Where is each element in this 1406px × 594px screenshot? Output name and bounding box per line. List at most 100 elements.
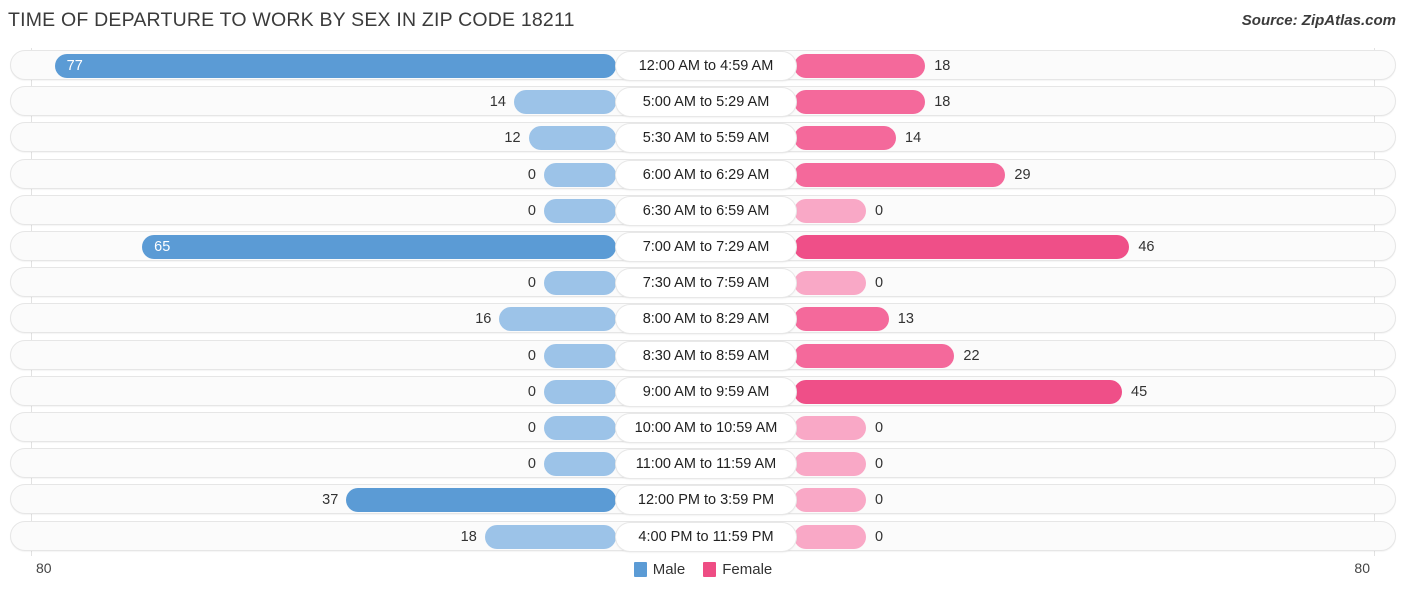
row-inner: 77 18 12:00 AM to 4:59 AM <box>11 51 1395 80</box>
legend-item-label: Male <box>652 561 686 578</box>
table-row[interactable]: 0 0 7:30 AM to 7:59 AM <box>10 267 1396 298</box>
table-row[interactable]: 77 18 12:00 AM to 4:59 AM <box>10 50 1396 80</box>
chart-legend: Male Female <box>0 561 1406 578</box>
category-label: 11:00 AM to 11:59 AM <box>616 450 796 479</box>
category-label: 12:00 PM to 3:59 PM <box>616 486 796 515</box>
female-value-label: 22 <box>963 347 980 364</box>
female-bar[interactable] <box>794 416 866 440</box>
female-value-label: 14 <box>905 130 922 147</box>
row-inner: 12 14 5:30 AM to 5:59 AM <box>11 123 1395 153</box>
male-bar[interactable] <box>544 343 616 368</box>
page-title: TIME OF DEPARTURE TO WORK BY SEX IN ZIP … <box>8 9 575 31</box>
table-row[interactable]: 0 0 11:00 AM to 11:59 AM <box>10 448 1396 479</box>
category-label: 12:00 AM to 4:59 AM <box>616 52 796 80</box>
male-bar[interactable] <box>499 307 616 332</box>
male-value-label: 12 <box>504 130 521 147</box>
female-bar[interactable] <box>794 235 1130 259</box>
female-bar[interactable] <box>794 343 955 368</box>
table-row[interactable]: 0 29 6:00 AM to 6:29 AM <box>10 158 1396 189</box>
female-bar[interactable] <box>794 307 889 332</box>
female-bar[interactable] <box>794 126 897 151</box>
female-bar[interactable] <box>794 524 866 549</box>
female-bar[interactable] <box>794 452 866 477</box>
legend-swatch-icon <box>633 562 647 577</box>
male-value-label: 0 <box>527 420 536 436</box>
legend-item-male[interactable]: Male <box>633 561 686 578</box>
male-value-label: 37 <box>322 492 339 509</box>
male-bar[interactable] <box>544 379 616 404</box>
row-inner: 0 29 6:00 AM to 6:29 AM <box>11 160 1395 189</box>
female-value-label: 0 <box>875 275 884 292</box>
male-value-label: 0 <box>527 347 536 364</box>
table-row[interactable]: 0 0 10:00 AM to 10:59 AM <box>10 412 1396 442</box>
category-label: 5:00 AM to 5:29 AM <box>616 88 796 117</box>
row-inner: 18 0 4:00 PM to 11:59 PM <box>11 522 1395 551</box>
female-bar[interactable] <box>794 488 866 513</box>
male-value-label: 0 <box>527 166 536 183</box>
table-row[interactable]: 14 18 5:00 AM to 5:29 AM <box>10 86 1396 117</box>
category-label: 9:00 AM to 9:59 AM <box>616 377 796 406</box>
chart-header: TIME OF DEPARTURE TO WORK BY SEX IN ZIP … <box>0 0 1406 44</box>
legend-item-female[interactable]: Female <box>703 561 772 578</box>
source-attribution: Source: ZipAtlas.com <box>1241 12 1396 29</box>
row-inner: 65 46 7:00 AM to 7:29 AM <box>11 232 1395 261</box>
female-value-label: 0 <box>875 202 884 219</box>
male-bar[interactable] <box>528 126 616 151</box>
male-value-label: 77 <box>66 58 83 74</box>
table-row[interactable]: 65 46 7:00 AM to 7:29 AM <box>10 231 1396 261</box>
table-row[interactable]: 0 22 8:30 AM to 8:59 AM <box>10 339 1396 370</box>
male-bar[interactable] <box>513 90 616 115</box>
female-value-label: 0 <box>875 492 884 509</box>
table-row[interactable]: 18 0 4:00 PM to 11:59 PM <box>10 520 1396 551</box>
category-label: 7:30 AM to 7:59 AM <box>616 269 796 298</box>
female-bar[interactable] <box>794 271 866 296</box>
row-inner: 0 0 7:30 AM to 7:59 AM <box>11 268 1395 298</box>
table-row[interactable]: 16 13 8:00 AM to 8:29 AM <box>10 303 1396 334</box>
row-inner: 0 22 8:30 AM to 8:59 AM <box>11 341 1395 370</box>
male-value-label: 14 <box>489 94 506 111</box>
chart-plot-area: 77 18 12:00 AM to 4:59 AM 14 18 5:00 AM to 5:… <box>0 48 1406 556</box>
male-bar[interactable] <box>544 198 616 223</box>
male-bar[interactable] <box>544 162 616 187</box>
table-row[interactable]: 12 14 5:30 AM to 5:59 AM <box>10 122 1396 153</box>
female-value-label: 13 <box>897 311 914 328</box>
table-row[interactable]: 0 45 9:00 AM to 9:59 AM <box>10 375 1396 406</box>
male-bar[interactable] <box>544 271 616 296</box>
male-bar[interactable] <box>346 488 616 513</box>
male-value-label: 65 <box>154 239 171 255</box>
female-bar[interactable] <box>794 90 926 115</box>
row-inner: 0 45 9:00 AM to 9:59 AM <box>11 377 1395 406</box>
female-bar[interactable] <box>794 54 926 78</box>
female-bar[interactable] <box>794 379 1123 404</box>
legend-swatch-icon <box>703 562 717 577</box>
row-inner: 0 0 10:00 AM to 10:59 AM <box>11 413 1395 442</box>
row-inner: 16 13 8:00 AM to 8:29 AM <box>11 304 1395 334</box>
male-bar[interactable] <box>484 524 616 549</box>
category-label: 8:30 AM to 8:59 AM <box>616 341 796 370</box>
male-bar[interactable] <box>544 452 616 477</box>
table-row[interactable]: 37 0 12:00 PM to 3:59 PM <box>10 484 1396 515</box>
row-inner: 14 18 5:00 AM to 5:29 AM <box>11 87 1395 117</box>
female-bar[interactable] <box>794 162 1006 187</box>
male-value-label: 0 <box>527 456 536 473</box>
chart-footer: 80 80 Male Female <box>0 556 1406 594</box>
male-value-label: 0 <box>527 275 536 292</box>
male-value-label: 0 <box>527 383 536 400</box>
category-label: 6:30 AM to 6:59 AM <box>616 196 796 225</box>
male-value-label: 18 <box>460 528 477 545</box>
category-label: 5:30 AM to 5:59 AM <box>616 124 796 153</box>
table-row[interactable]: 0 0 6:30 AM to 6:59 AM <box>10 194 1396 225</box>
female-value-label: 46 <box>1138 239 1155 255</box>
male-value-label: 16 <box>475 311 492 328</box>
category-label: 10:00 AM to 10:59 AM <box>616 414 796 442</box>
male-bar[interactable] <box>544 416 616 440</box>
category-label: 7:00 AM to 7:29 AM <box>616 233 796 261</box>
female-bar[interactable] <box>794 198 866 223</box>
legend-item-label: Female <box>722 561 773 578</box>
female-value-label: 0 <box>875 456 884 473</box>
category-label: 6:00 AM to 6:29 AM <box>616 160 796 189</box>
male-bar[interactable] <box>54 54 616 78</box>
female-value-label: 0 <box>875 528 884 545</box>
female-value-label: 0 <box>875 420 884 436</box>
female-value-label: 18 <box>934 58 951 74</box>
